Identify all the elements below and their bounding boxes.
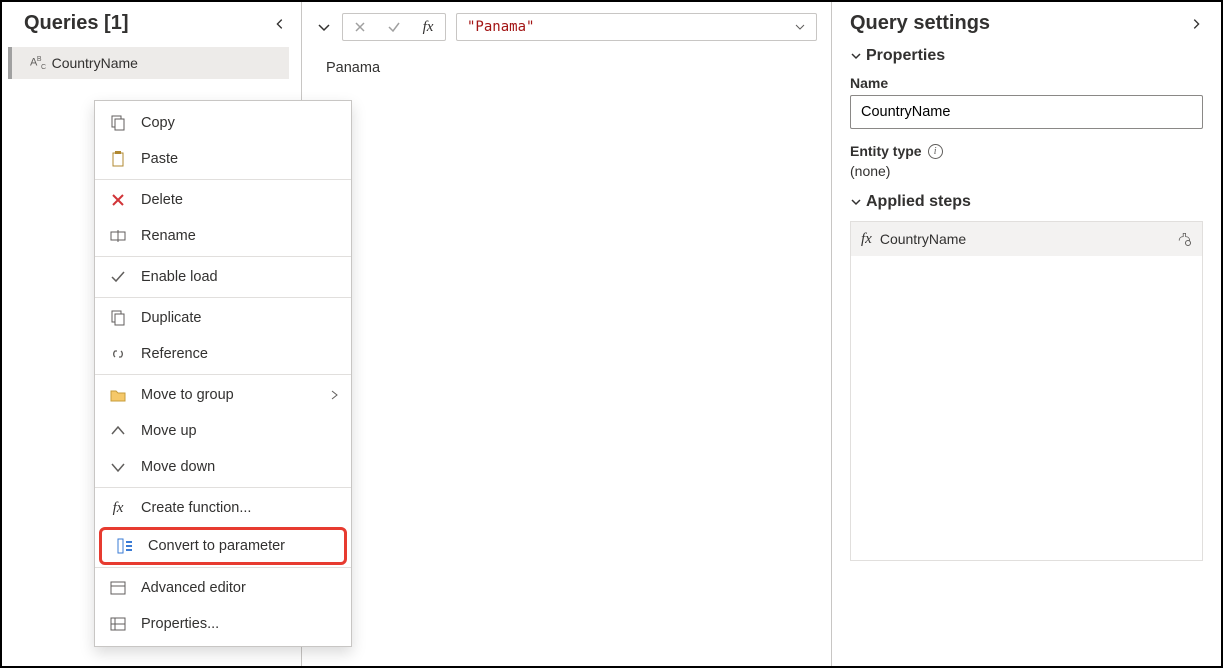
- name-label: Name: [850, 75, 1203, 91]
- expand-formula-icon[interactable]: [316, 19, 332, 35]
- query-item-countryname[interactable]: ABC CountryName: [8, 47, 289, 79]
- menu-duplicate[interactable]: Duplicate: [95, 300, 351, 336]
- collapse-queries-icon[interactable]: [273, 17, 287, 31]
- copy-icon: [107, 112, 129, 134]
- menu-properties[interactable]: Properties...: [95, 606, 351, 642]
- advanced-editor-icon: [107, 577, 129, 599]
- applied-step-item[interactable]: fx CountryName: [851, 222, 1202, 256]
- query-settings-pane: Query settings Properties Name Entity ty…: [831, 2, 1221, 666]
- check-icon: [107, 266, 129, 288]
- formula-bar[interactable]: "Panama": [456, 13, 817, 41]
- menu-create-function[interactable]: fx Create function...: [95, 490, 351, 526]
- menu-copy[interactable]: Copy: [95, 105, 351, 141]
- fx-icon: fx: [107, 497, 129, 519]
- result-value: Panama: [326, 60, 380, 76]
- menu-rename[interactable]: Rename: [95, 218, 351, 254]
- fx-label-icon: fx: [411, 14, 445, 40]
- text-type-icon: ABC: [30, 56, 46, 71]
- paste-icon: [107, 148, 129, 170]
- folder-icon: [107, 384, 129, 406]
- formula-toolbar: fx: [342, 13, 446, 41]
- queries-pane: Queries [1] ABC CountryName Copy: [2, 2, 302, 666]
- parameter-icon: [114, 535, 136, 557]
- menu-move-down[interactable]: Move down: [95, 449, 351, 485]
- applied-steps-section-toggle[interactable]: Applied steps: [850, 193, 1203, 211]
- move-down-icon: [107, 456, 129, 478]
- menu-paste[interactable]: Paste: [95, 141, 351, 177]
- reference-icon: [107, 343, 129, 365]
- applied-steps-list: fx CountryName: [850, 221, 1203, 561]
- formula-dropdown-icon[interactable]: [794, 21, 806, 33]
- chevron-down-icon: [850, 50, 862, 62]
- settings-title: Query settings: [850, 12, 990, 35]
- name-input[interactable]: [850, 95, 1203, 129]
- menu-convert-to-parameter[interactable]: Convert to parameter: [99, 527, 347, 565]
- rename-icon: [107, 225, 129, 247]
- properties-section-toggle[interactable]: Properties: [850, 47, 1203, 65]
- queries-title: Queries [1]: [24, 12, 128, 35]
- collapse-settings-icon[interactable]: [1189, 17, 1203, 31]
- duplicate-icon: [107, 307, 129, 329]
- move-up-icon: [107, 420, 129, 442]
- menu-delete[interactable]: Delete: [95, 182, 351, 218]
- formula-value: "Panama": [467, 19, 534, 35]
- query-item-label: CountryName: [52, 55, 138, 71]
- menu-advanced-editor[interactable]: Advanced editor: [95, 570, 351, 606]
- chevron-down-icon: [850, 196, 862, 208]
- entity-type-value: (none): [850, 163, 1203, 179]
- entity-type-label: Entity type: [850, 143, 922, 159]
- delete-icon: [107, 189, 129, 211]
- menu-reference[interactable]: Reference: [95, 336, 351, 372]
- menu-enable-load[interactable]: Enable load: [95, 259, 351, 295]
- menu-move-up[interactable]: Move up: [95, 413, 351, 449]
- submenu-arrow-icon: [329, 390, 339, 400]
- commit-formula-button[interactable]: [377, 14, 411, 40]
- query-context-menu: Copy Paste Delete: [94, 100, 352, 647]
- fx-step-icon: fx: [861, 231, 872, 248]
- menu-move-to-group[interactable]: Move to group: [95, 377, 351, 413]
- applied-step-label: CountryName: [880, 231, 966, 247]
- cancel-formula-button[interactable]: [343, 14, 377, 40]
- properties-icon: [107, 613, 129, 635]
- info-icon[interactable]: i: [928, 144, 943, 159]
- preview-pane: fx "Panama" Panama: [302, 2, 831, 666]
- step-settings-icon[interactable]: [1176, 231, 1192, 247]
